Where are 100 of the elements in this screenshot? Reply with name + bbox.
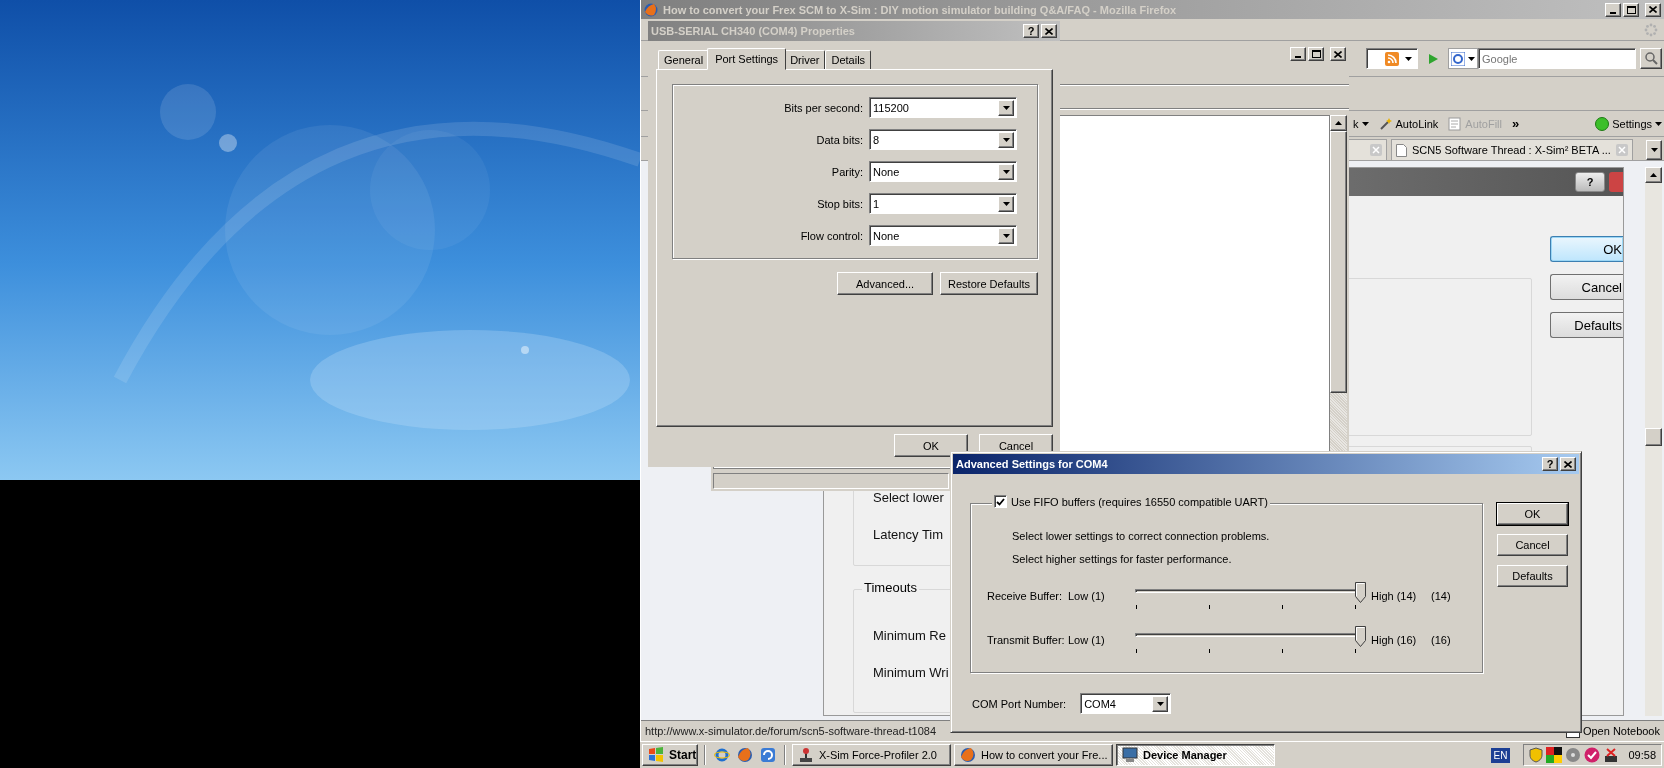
slider-value: (14) [1431,590,1452,602]
grid-icon [1546,747,1563,763]
up-arrow-icon [1335,121,1342,125]
slider-max-label: High (16) [1371,634,1418,646]
maximize-icon [1311,50,1321,58]
search-button[interactable] [1640,48,1662,69]
close-button[interactable] [1560,457,1576,471]
slider-label: Transmit Buffer: [987,634,1066,646]
tab[interactable]: Port Settings [707,48,787,70]
toolbar-button[interactable]: AutoLink [1378,116,1439,131]
ring-icon [714,747,730,763]
globe-icon [960,747,976,763]
caret-icon [1002,137,1010,142]
dialog-button[interactable]: Cancel [1550,274,1623,300]
minimize-button[interactable] [1290,47,1306,61]
caret-icon [1002,169,1010,174]
dialog-button[interactable]: Cancel [1497,534,1568,556]
browser-icon [644,2,658,17]
caret-icon [1650,148,1658,152]
spinner-icon [1644,22,1658,37]
tab[interactable]: Details [825,50,872,69]
field-label: Flow control: [799,229,863,242]
feed-icon [1385,51,1399,66]
tab[interactable]: Driver [784,50,826,69]
address-field[interactable] [1366,48,1418,69]
close-icon [1045,27,1053,35]
search-field[interactable]: Google [1478,48,1636,69]
dialog-button[interactable]: Restore Defaults [940,272,1038,295]
shield-icon [1529,747,1544,763]
help-button[interactable]: ? [1542,457,1558,471]
maximize-button[interactable] [1308,47,1324,61]
tab-list-button[interactable] [1646,140,1662,160]
scrollbar[interactable] [1645,167,1662,716]
dialog-button[interactable]: Defaults [1550,312,1623,338]
slider-thumb[interactable] [1355,582,1366,603]
caret-icon [1002,233,1010,238]
dropdown[interactable]: 1 [869,193,1017,214]
computer-icon [1122,747,1138,763]
checkbox[interactable] [994,495,1007,508]
toolbar-button[interactable]: k [1353,117,1369,130]
quick-launch-button[interactable] [758,747,778,763]
field-label: Stop bits: [816,197,863,210]
status-url: http://www.x-simulator.de/forum/scn5-software-thread-t1084 [645,725,936,737]
search-engine-button[interactable] [1448,48,1478,69]
taskbar-button[interactable]: How to convert your Fre... [954,744,1113,766]
dialog-title: Advanced Settings for COM4 [956,458,1108,470]
dropdown[interactable]: None [869,161,1017,182]
setting-label: Minimum Re [873,628,946,643]
dropdown[interactable]: COM4 [1080,693,1172,714]
disc-icon [1565,747,1582,763]
scrollbar-thumb[interactable] [1645,428,1662,446]
overflow-button[interactable]: » [1512,116,1520,131]
dialog-button[interactable]: OK [894,434,968,457]
browser-tab[interactable]: SCN5 Software Thread : X-Sim² BETA ... [1391,139,1633,160]
close-icon [1564,460,1572,468]
caret-icon [1361,121,1369,126]
dropdown[interactable]: None [869,225,1017,246]
dialog-button[interactable]: Advanced... [837,272,933,295]
field-label: COM Port Number: [972,697,1067,710]
setting-label: Latency Tim [873,527,944,542]
field-label: Parity: [830,165,863,178]
slider-thumb[interactable] [1355,626,1366,647]
dropdown[interactable]: 8 [869,129,1017,150]
close-icon [1370,144,1382,156]
minimize-icon [1610,11,1616,14]
caret-icon [1655,121,1662,126]
close-icon [1649,6,1657,13]
hint-text: Select higher settings for faster performance. [1012,552,1232,567]
caret-icon [1002,105,1010,110]
minimize-icon [1295,56,1301,58]
field-label: Data bits: [815,133,863,146]
start-button[interactable]: Start [642,744,698,766]
close-icon [1615,144,1628,156]
slider-value: (16) [1431,634,1452,646]
slider-min-label: Low (1) [1068,634,1106,646]
quick-launch-button[interactable] [712,747,732,763]
wand-icon [1378,116,1393,131]
circle-icon [1595,116,1610,131]
dialog-button[interactable]: Defaults [1497,565,1568,587]
setting-label: Minimum Wri [873,665,949,680]
hint-text: Select lower settings to correct connection problems. [1012,529,1270,544]
help-button[interactable]: ? [1575,172,1605,192]
slider-label: Receive Buffer: [987,590,1063,602]
close-icon [1334,50,1342,58]
taskbar-button[interactable]: Device Manager [1116,744,1275,766]
dropdown[interactable]: 115200 [869,97,1017,118]
quick-launch-button[interactable] [735,747,755,763]
settings-button[interactable]: Settings [1595,116,1662,131]
taskbar-button[interactable]: X-Sim Force-Profiler 2.0 [792,744,951,766]
clock: 09:58 [1628,749,1656,761]
dialog-button[interactable]: OK [1550,236,1623,262]
maximize-icon [1626,5,1636,14]
tab[interactable]: General [658,50,710,69]
sync-icon [760,747,776,763]
close-button[interactable] [1330,47,1346,61]
dialog-button[interactable]: OK [1497,503,1568,525]
language-indicator[interactable]: EN [1490,747,1511,763]
search-icon [1644,52,1658,65]
caret-icon [1156,701,1164,706]
setting-label: Select lower [873,490,944,505]
